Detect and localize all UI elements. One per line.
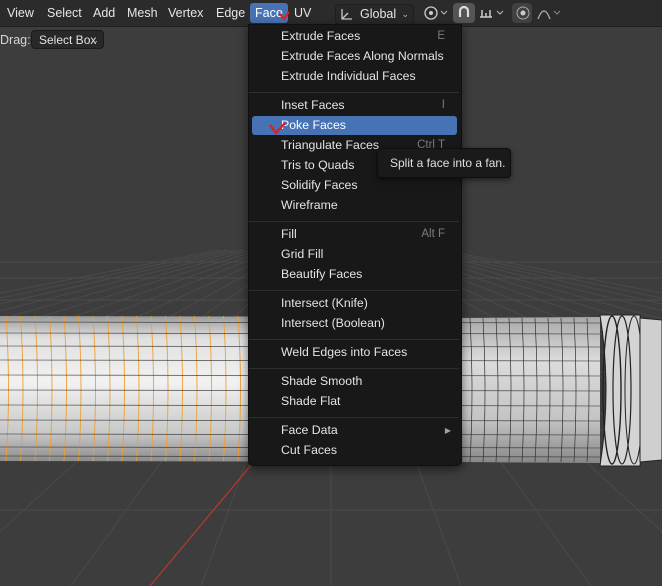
- viewport-header: View Select Add Mesh Vertex Edge Face UV…: [0, 0, 662, 27]
- drag-label: Drag:: [0, 33, 31, 47]
- falloff-dropdown[interactable]: [535, 3, 563, 23]
- menu-vertex[interactable]: Vertex: [163, 3, 208, 23]
- chevron-down-icon: ⌄: [91, 35, 99, 45]
- falloff-curve-icon: [537, 5, 563, 24]
- drag-select-value: Select Box: [39, 33, 97, 47]
- snap-increment-icon: [479, 5, 507, 24]
- menu-separator: [249, 92, 459, 93]
- menu-edge[interactable]: Edge: [211, 3, 250, 23]
- menu-item-poke-faces[interactable]: Poke Faces: [252, 116, 457, 135]
- submenu-arrow-icon: ▶: [444, 426, 451, 435]
- menu-item-grid-fill[interactable]: Grid Fill: [252, 245, 457, 264]
- snap-magnet-icon: [457, 5, 471, 24]
- menu-separator: [249, 417, 459, 418]
- menu-separator: [249, 368, 459, 369]
- menu-item-solidify-faces[interactable]: Solidify Faces: [252, 176, 457, 195]
- orientation-label: Global: [360, 7, 397, 21]
- annotation-mark: [269, 122, 286, 135]
- menu-item-extrude-individual-faces[interactable]: Extrude Individual Faces: [252, 67, 457, 86]
- pivot-point-button[interactable]: [421, 3, 449, 23]
- drag-select-dropdown[interactable]: Select Box ⌄: [31, 30, 104, 49]
- menu-item-face-data[interactable]: Face Data ▶: [252, 421, 457, 440]
- shortcut-label: I: [441, 99, 445, 111]
- face-menu: Extrude Faces E Extrude Faces Along Norma…: [248, 24, 462, 466]
- pivot-point-icon: [423, 5, 448, 24]
- proportional-editing-toggle[interactable]: [512, 3, 532, 23]
- menu-item-weld-edges-into-faces[interactable]: Weld Edges into Faces: [252, 343, 457, 362]
- menu-separator: [249, 339, 459, 340]
- shortcut-label: Alt F: [421, 228, 445, 240]
- proportional-editing-icon: [516, 6, 530, 23]
- annotation-mark: [278, 11, 290, 21]
- tooltip-text: Split a face into a fan.: [390, 156, 506, 170]
- menu-item-beautify-faces[interactable]: Beautify Faces: [252, 265, 457, 284]
- menu-item-extrude-faces[interactable]: Extrude Faces E: [252, 27, 457, 46]
- snap-target-dropdown[interactable]: [477, 3, 507, 23]
- shortcut-label: E: [437, 30, 445, 42]
- menu-separator: [249, 221, 459, 222]
- menu-item-intersect-knife[interactable]: Intersect (Knife): [252, 294, 457, 313]
- menu-uv[interactable]: UV: [289, 3, 316, 23]
- menu-view[interactable]: View: [2, 3, 39, 23]
- chevron-down-icon: ⌄: [401, 9, 409, 19]
- snap-toggle[interactable]: [453, 3, 475, 23]
- menu-add[interactable]: Add: [88, 3, 120, 23]
- menu-item-intersect-boolean[interactable]: Intersect (Boolean): [252, 314, 457, 333]
- menu-separator: [249, 290, 459, 291]
- menu-item-inset-faces[interactable]: Inset Faces I: [252, 96, 457, 115]
- menu-item-extrude-faces-along-normals[interactable]: Extrude Faces Along Normals: [252, 47, 457, 66]
- menu-item-wireframe[interactable]: Wireframe: [252, 196, 457, 215]
- menu-item-shade-flat[interactable]: Shade Flat: [252, 392, 457, 411]
- menu-item-fill[interactable]: Fill Alt F: [252, 225, 457, 244]
- menu-item-cut-faces[interactable]: Cut Faces: [252, 441, 457, 460]
- tooltip: Split a face into a fan.: [377, 148, 511, 178]
- menu-mesh[interactable]: Mesh: [122, 3, 163, 23]
- menu-select[interactable]: Select: [42, 3, 87, 23]
- transform-orientation-dropdown[interactable]: Global ⌄: [335, 4, 414, 25]
- menu-item-shade-smooth[interactable]: Shade Smooth: [252, 372, 457, 391]
